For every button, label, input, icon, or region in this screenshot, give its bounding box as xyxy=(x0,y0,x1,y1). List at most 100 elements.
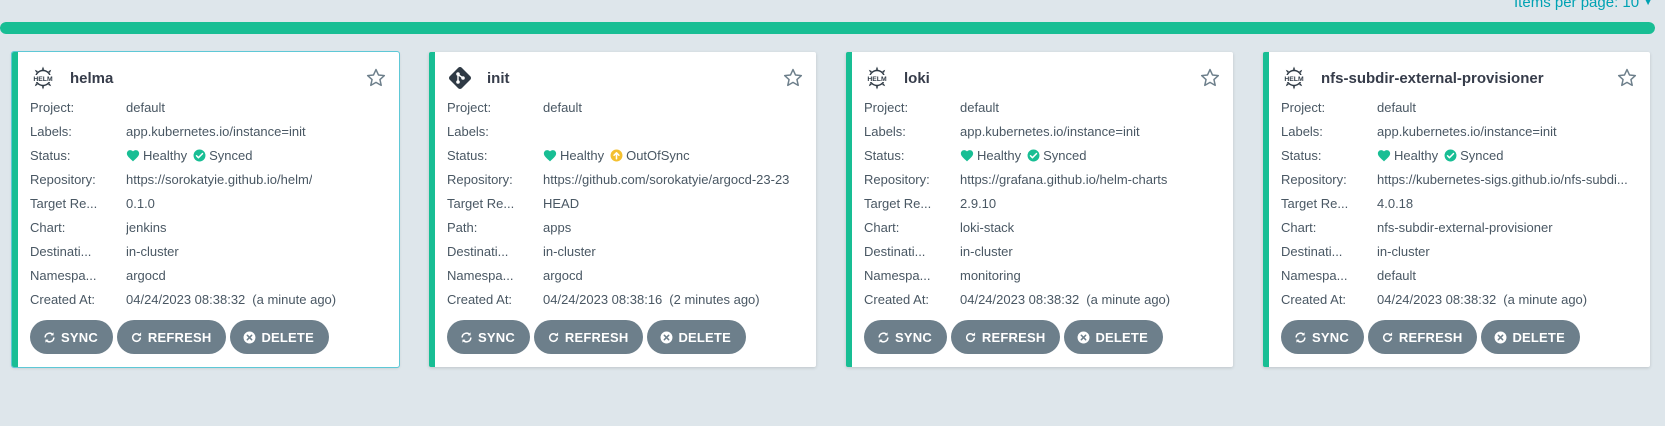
namespace-label: Namespa... xyxy=(447,267,514,283)
source-value: jenkins xyxy=(126,219,167,235)
app-cards: HELM helma Project: default Labels: app.… xyxy=(11,51,1650,368)
sync-status: Synced xyxy=(193,148,252,163)
repository-label: Repository: xyxy=(30,171,96,187)
created-at-row: Created At: 04/24/2023 08:38:16 (2 minut… xyxy=(447,287,804,311)
namespace-value: default xyxy=(1377,267,1417,283)
sync-status-text: Synced xyxy=(209,147,253,163)
heart-icon xyxy=(1377,149,1391,161)
items-per-page-select[interactable]: Items per page: 10 ▼ xyxy=(1514,0,1653,11)
destination-value: in-cluster xyxy=(126,243,179,259)
created-at-date: 04/24/2023 08:38:32 xyxy=(1377,291,1497,307)
created-at-date: 04/24/2023 08:38:16 xyxy=(543,291,663,307)
destination-row: Destinati... in-cluster xyxy=(447,239,804,263)
created-at-relative: (a minute ago) xyxy=(1503,291,1588,307)
labels-label: Labels: xyxy=(30,123,72,139)
sync-button-label: SYNC xyxy=(1312,329,1349,345)
health-text: Healthy xyxy=(977,147,1022,163)
source-row: Path: apps xyxy=(447,215,804,239)
sync-icon xyxy=(461,331,472,343)
target-revision-label: Target Re... xyxy=(864,195,932,211)
repository-value: https://sorokatyie.github.io/helm/ xyxy=(126,171,313,187)
app-name[interactable]: loki xyxy=(904,70,1199,87)
labels-value: app.kubernetes.io/instance=init xyxy=(960,123,1140,139)
svg-text:HELM: HELM xyxy=(33,76,53,83)
refresh-icon xyxy=(1382,331,1393,342)
target-revision-row: Target Re... HEAD xyxy=(447,191,804,215)
destination-value: in-cluster xyxy=(1377,243,1430,259)
destination-row: Destinati... in-cluster xyxy=(30,239,387,263)
sync-button[interactable]: SYNC xyxy=(1281,320,1364,354)
delete-button-label: DELETE xyxy=(1512,329,1565,345)
git-icon xyxy=(447,65,473,91)
health-status: Healthy xyxy=(960,148,1021,163)
chart-label: Chart: xyxy=(1281,219,1317,235)
project-value: default xyxy=(1377,99,1417,115)
app-card-init[interactable]: init Project: default Labels: Status: He… xyxy=(429,52,816,367)
app-name[interactable]: init xyxy=(487,70,782,87)
star-icon[interactable] xyxy=(1616,67,1638,89)
sync-button[interactable]: SYNC xyxy=(30,320,113,354)
labels-row: Labels: app.kubernetes.io/instance=init xyxy=(30,119,387,143)
circle-x-icon xyxy=(1494,331,1507,343)
circle-x-icon xyxy=(1077,331,1090,343)
source-value: nfs-subdir-external-provisioner xyxy=(1377,219,1553,235)
sync-status-text: Synced xyxy=(1460,147,1504,163)
refresh-button[interactable]: REFRESH xyxy=(116,320,227,354)
destination-label: Destinati... xyxy=(1281,243,1343,259)
source-row: Chart: nfs-subdir-external-provisioner xyxy=(1281,215,1638,239)
health-text: Healthy xyxy=(143,147,188,163)
sync-button[interactable]: SYNC xyxy=(864,320,947,354)
status-value: Healthy OutOfSync xyxy=(543,148,696,163)
created-at-value: 04/24/2023 08:38:16 (2 minutes ago) xyxy=(543,292,760,307)
project-value: default xyxy=(126,99,166,115)
status-value: Healthy Synced xyxy=(1377,148,1509,163)
destination-label: Destinati... xyxy=(30,243,92,259)
health-text: Healthy xyxy=(1394,147,1439,163)
chart-label: Chart: xyxy=(30,219,66,235)
helm-icon: HELM xyxy=(30,65,56,91)
project-row: Project: default xyxy=(1281,95,1638,119)
status-label: Status: xyxy=(447,147,488,163)
svg-text:HELM: HELM xyxy=(1284,76,1304,83)
app-card-nfs-subdir-external-provisioner[interactable]: HELM nfs-subdir-external-provisioner Pro… xyxy=(1263,52,1650,367)
refresh-button[interactable]: REFRESH xyxy=(1367,320,1478,354)
sync-icon xyxy=(878,331,889,343)
heart-icon xyxy=(126,149,140,161)
star-icon[interactable] xyxy=(365,67,387,89)
delete-button[interactable]: DELETE xyxy=(1481,320,1580,354)
created-at-row: Created At: 04/24/2023 08:38:32 (a minut… xyxy=(1281,287,1638,311)
app-name[interactable]: helma xyxy=(70,70,365,87)
circle-x-icon xyxy=(660,331,673,343)
status-row: Status: Healthy Synced xyxy=(1281,143,1638,167)
items-per-page-label: Items per page: 10 xyxy=(1514,0,1640,11)
repository-label: Repository: xyxy=(1281,171,1347,187)
project-label: Project: xyxy=(447,99,492,115)
star-icon[interactable] xyxy=(1199,67,1221,89)
delete-button[interactable]: DELETE xyxy=(647,320,746,354)
repository-value: https://github.com/sorokatyie/argocd-23-… xyxy=(543,171,790,187)
project-value: default xyxy=(543,99,583,115)
star-icon[interactable] xyxy=(782,67,804,89)
namespace-value: argocd xyxy=(126,267,166,283)
target-revision-label: Target Re... xyxy=(30,195,98,211)
sync-icon xyxy=(1295,331,1306,343)
delete-button[interactable]: DELETE xyxy=(230,320,329,354)
status-row: Status: Healthy Synced xyxy=(864,143,1221,167)
created-at-value: 04/24/2023 08:38:32 (a minute ago) xyxy=(126,292,336,307)
app-card-loki[interactable]: HELM loki Project: default Labels: app.k… xyxy=(846,52,1233,367)
refresh-button[interactable]: REFRESH xyxy=(533,320,644,354)
labels-value: app.kubernetes.io/instance=init xyxy=(1377,123,1557,139)
app-card-helma[interactable]: HELM helma Project: default Labels: app.… xyxy=(11,51,400,368)
sync-button[interactable]: SYNC xyxy=(447,320,530,354)
path-label: Path: xyxy=(447,219,478,235)
app-name[interactable]: nfs-subdir-external-provisioner xyxy=(1321,70,1616,87)
refresh-button[interactable]: REFRESH xyxy=(950,320,1061,354)
repository-row: Repository: https://grafana.github.io/he… xyxy=(864,167,1221,191)
namespace-label: Namespa... xyxy=(864,267,931,283)
delete-button[interactable]: DELETE xyxy=(1064,320,1163,354)
repository-value: https://grafana.github.io/helm-charts xyxy=(960,171,1168,187)
project-row: Project: default xyxy=(30,95,387,119)
namespace-label: Namespa... xyxy=(1281,267,1348,283)
repository-label: Repository: xyxy=(447,171,513,187)
created-at-row: Created At: 04/24/2023 08:38:32 (a minut… xyxy=(864,287,1221,311)
